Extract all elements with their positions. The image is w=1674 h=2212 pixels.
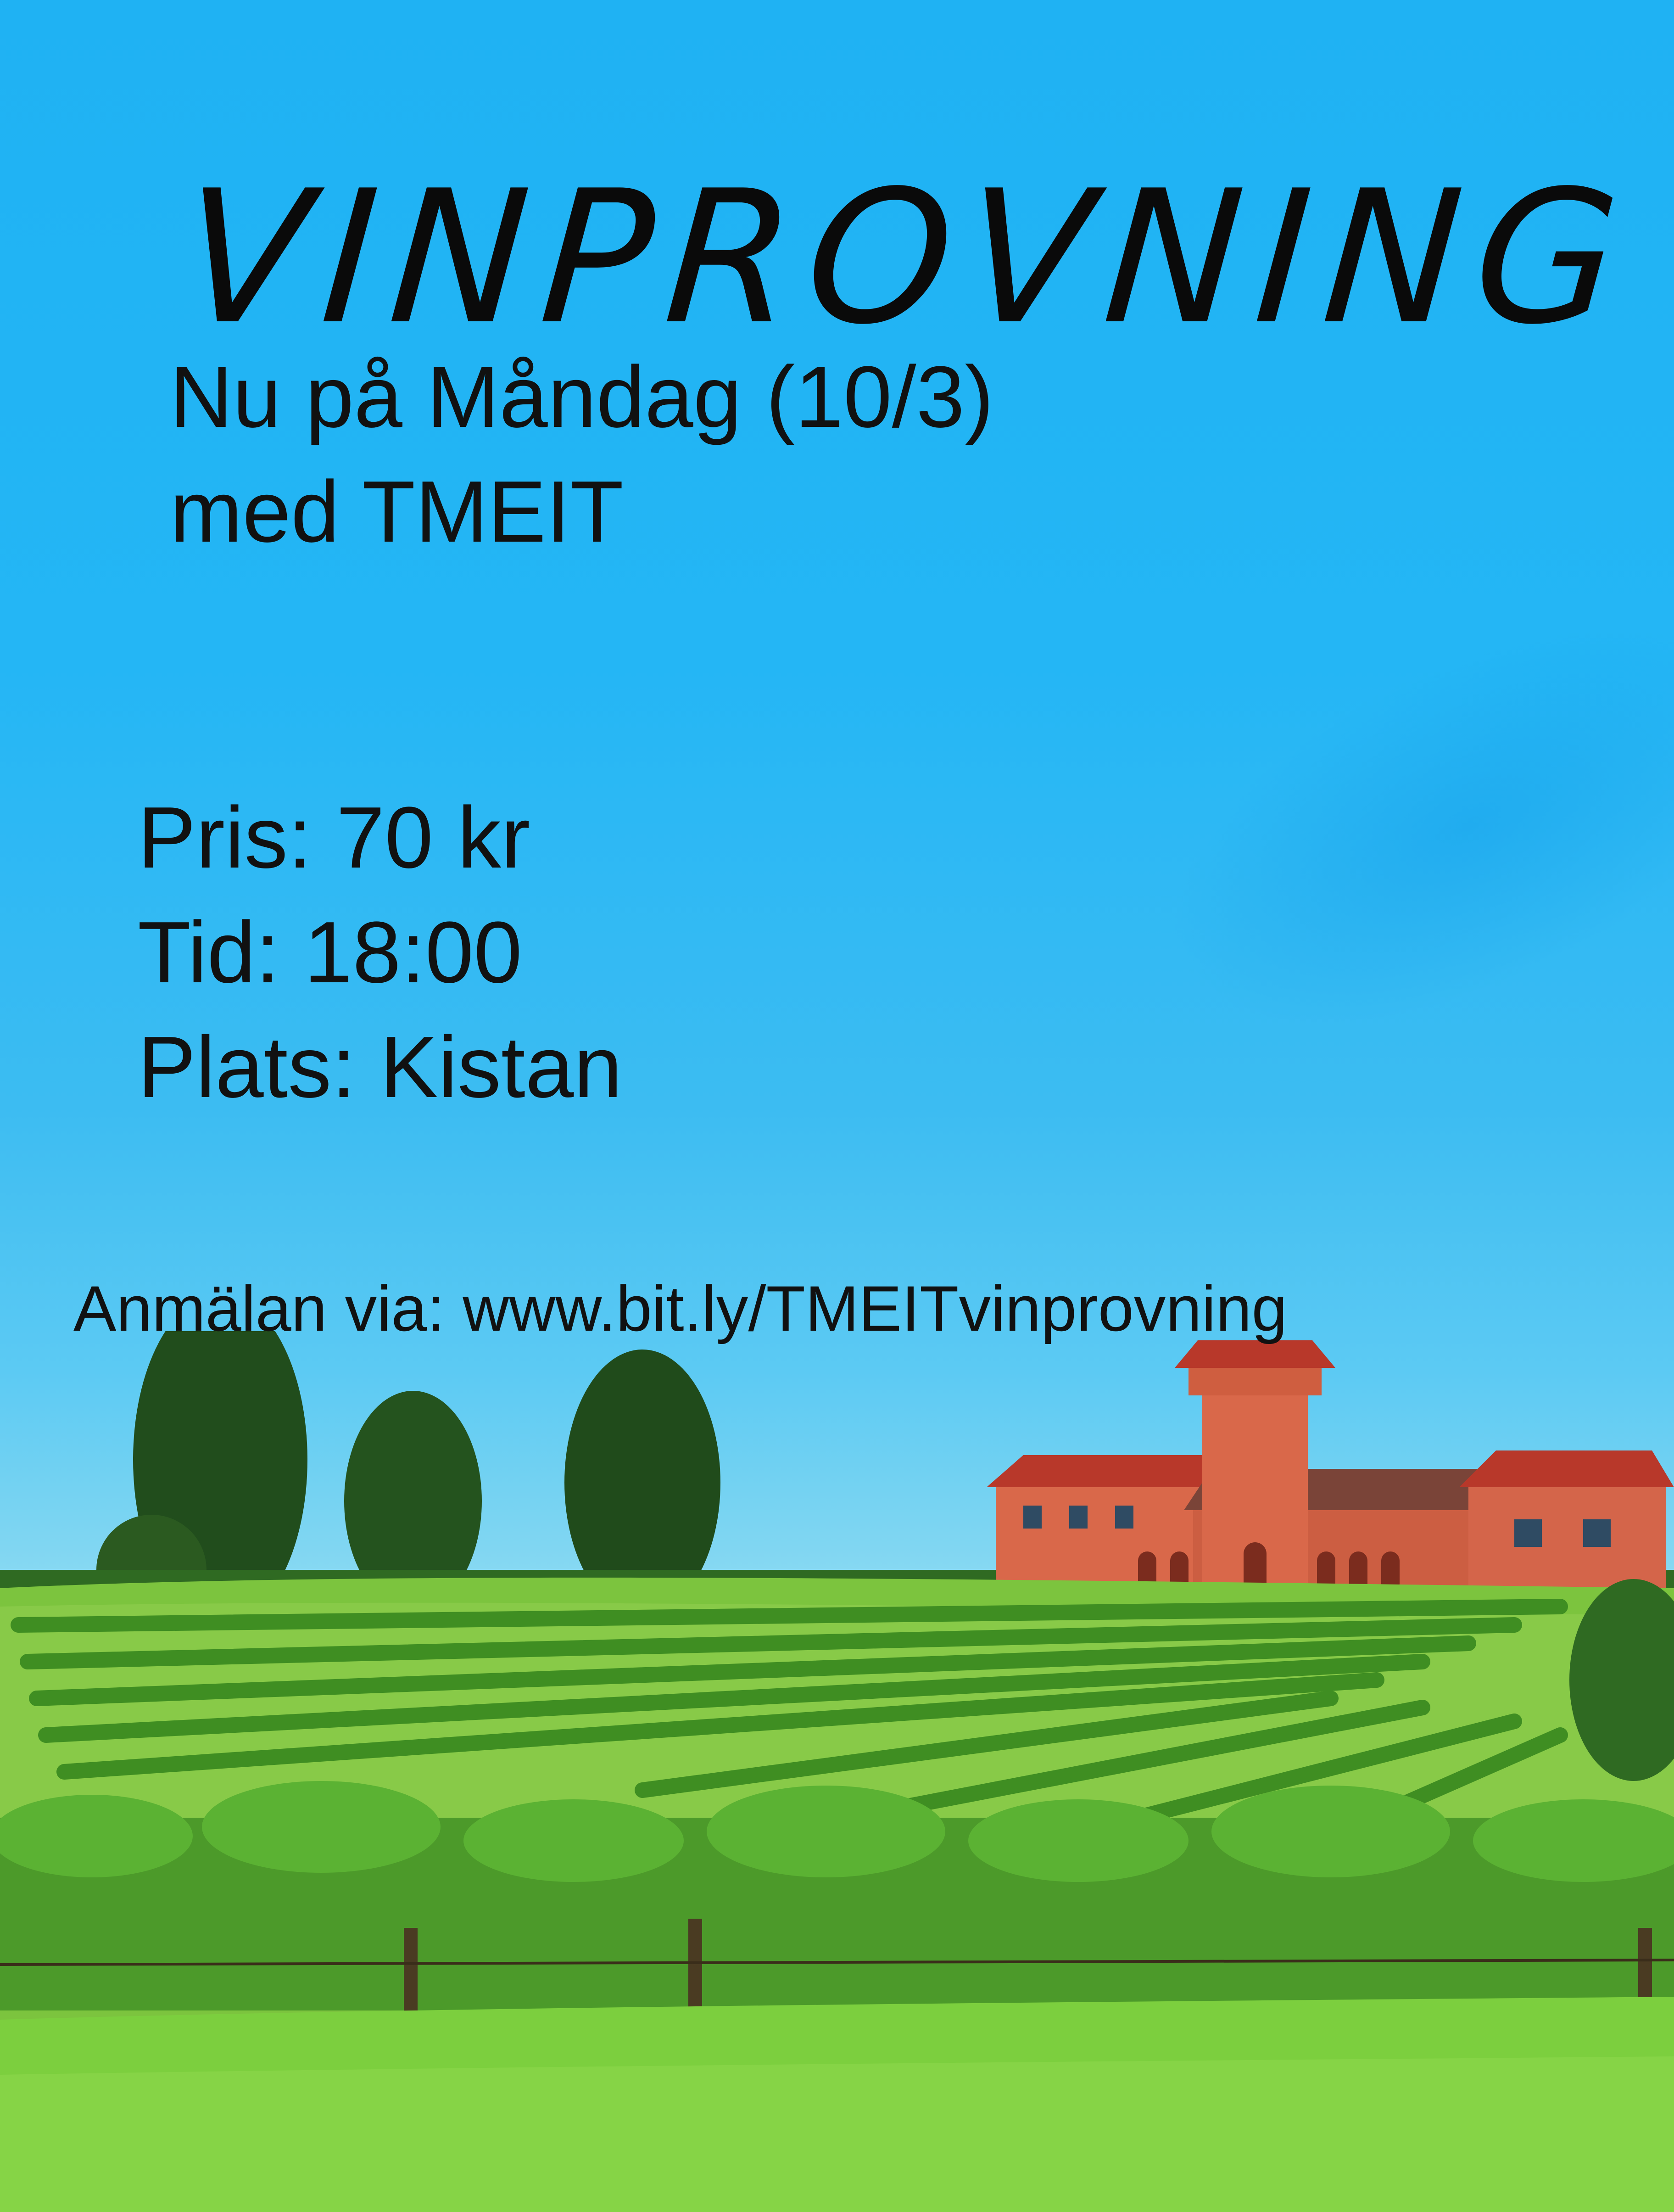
vineyard-field [0,1577,1674,2212]
event-date-block: Nu på Måndag (10/3) med TMEIT [170,340,994,569]
winery-building [987,1340,1674,1611]
sky-cloud-streak [1109,544,1674,1108]
event-details: Pris: 70 kr Tid: 18:00 Plats: Kistan [138,780,622,1125]
event-host: med TMEIT [170,463,624,560]
event-time: Tid: 18:00 [138,904,522,1001]
event-date: Nu på Måndag (10/3) [170,348,994,446]
signup-link-text: Anmälan via: www.bit.ly/TMEITvinprovning [73,1272,1288,1344]
event-place: Plats: Kistan [138,1019,623,1116]
vineyard-photo [0,1331,1674,2212]
event-poster: VINPROVNING Nu på Måndag (10/3) med TMEI… [0,0,1674,2212]
poster-title: VINPROVNING [176,151,1639,365]
event-price: Pris: 70 kr [138,789,530,886]
